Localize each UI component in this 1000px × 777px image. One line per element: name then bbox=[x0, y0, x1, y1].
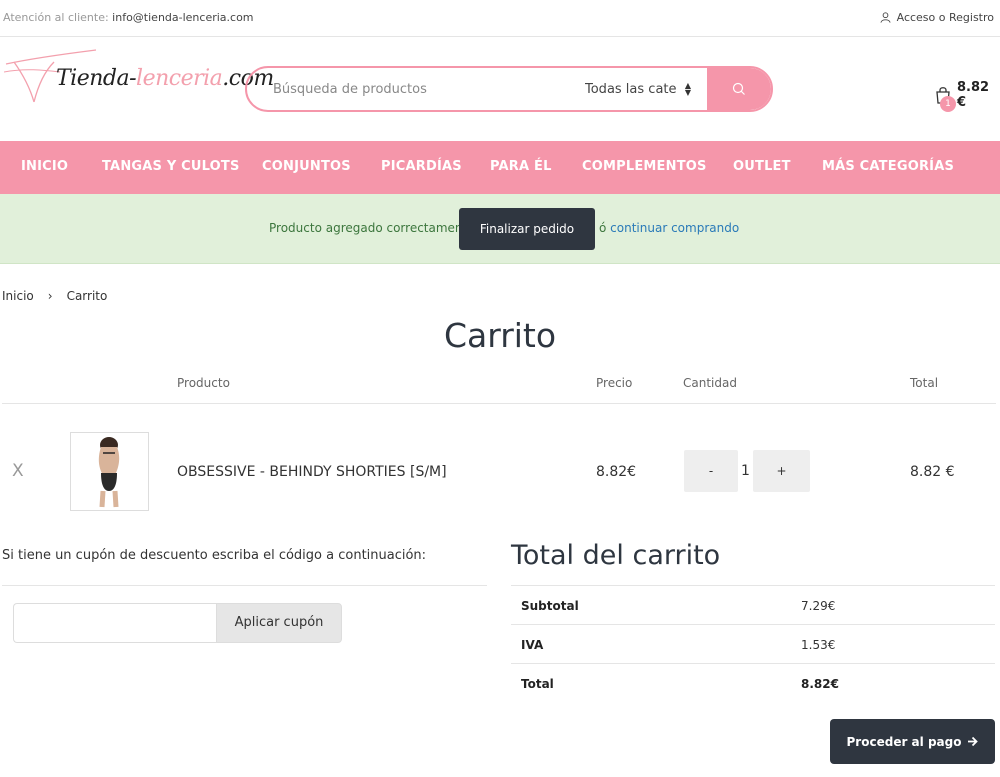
row-total: 8.82 € bbox=[910, 464, 955, 480]
subtotal-label: Subtotal bbox=[521, 599, 579, 613]
user-icon bbox=[880, 12, 891, 23]
cart-totals-title: Total del carrito bbox=[511, 540, 721, 571]
header-cart[interactable]: 1 8.82 € bbox=[935, 80, 1000, 112]
cart-table-header: Producto Precio Cantidad Total bbox=[2, 370, 996, 404]
main-nav: INICIO TANGAS Y CULOTS CONJUNTOS PICARDÍ… bbox=[0, 141, 1000, 194]
nav-item-para-el[interactable]: PARA ÉL bbox=[490, 159, 552, 174]
site-logo[interactable]: Tienda-lenceria.com bbox=[4, 48, 274, 108]
coupon-label: Si tiene un cupón de descuento escriba e… bbox=[2, 548, 427, 563]
product-image bbox=[71, 433, 148, 510]
account-label: Acceso o Registro bbox=[896, 11, 994, 24]
subtotal-value: 7.29€ bbox=[801, 599, 836, 613]
contact-label: Atención al cliente: bbox=[3, 11, 109, 24]
arrow-right-icon bbox=[968, 736, 979, 747]
header-quantity: Cantidad bbox=[683, 376, 737, 390]
apply-coupon-button[interactable]: Aplicar cupón bbox=[216, 603, 342, 643]
grand-total-label: Total bbox=[521, 677, 554, 691]
category-select-label: Todas las categorías bbox=[585, 81, 677, 97]
breadcrumb-current: Carrito bbox=[66, 289, 108, 303]
grand-total-value: 8.82€ bbox=[801, 677, 839, 691]
search-icon bbox=[732, 82, 745, 95]
nav-item-outlet[interactable]: OUTLET bbox=[733, 159, 791, 174]
nav-item-mas-categorias[interactable]: MÁS CATEGORÍAS bbox=[822, 159, 954, 174]
logo-text: Tienda-lenceria.com bbox=[56, 66, 274, 91]
quantity-decrease-button[interactable]: - bbox=[684, 450, 738, 492]
product-price: 8.82€ bbox=[596, 464, 637, 480]
cart-totals-table: Subtotal 7.29€ IVA 1.53€ Total 8.82€ bbox=[511, 585, 995, 703]
header-total: Total bbox=[910, 376, 939, 390]
coupon-input[interactable] bbox=[13, 603, 217, 643]
breadcrumb: Inicio › Carrito bbox=[2, 289, 107, 303]
nav-item-picardias[interactable]: PICARDÍAS bbox=[381, 159, 462, 174]
shopping-bag-icon: 1 bbox=[935, 86, 956, 112]
account-link[interactable]: Acceso o Registro bbox=[880, 11, 994, 24]
notice-message: Producto agregado correctamente bbox=[269, 221, 475, 235]
product-thumbnail[interactable] bbox=[70, 432, 149, 511]
finish-order-button[interactable]: Finalizar pedido bbox=[459, 208, 595, 250]
top-bar: Atención al cliente: info@tienda-lenceri… bbox=[0, 0, 1000, 37]
nav-item-tangas[interactable]: TANGAS Y CULOTS bbox=[102, 159, 240, 174]
header-product: Producto bbox=[177, 376, 230, 390]
nav-item-complementos[interactable]: COMPLEMENTOS bbox=[582, 159, 707, 174]
search-bar: Todas las categorías ▲▼ bbox=[245, 66, 773, 112]
table-row: X OBSESSIVE - BEHINDY SHORTIES [S/M] 8.8… bbox=[2, 404, 996, 524]
breadcrumb-home[interactable]: Inicio bbox=[2, 289, 34, 303]
page-title: Carrito bbox=[443, 316, 557, 355]
continue-shopping: ó continuar comprando bbox=[599, 221, 740, 235]
subtotal-row: Subtotal 7.29€ bbox=[511, 586, 995, 625]
nav-item-conjuntos[interactable]: CONJUNTOS bbox=[262, 159, 351, 174]
tax-label: IVA bbox=[521, 638, 544, 652]
cart-count-badge: 1 bbox=[940, 96, 956, 112]
tax-value: 1.53€ bbox=[801, 638, 836, 652]
breadcrumb-separator: › bbox=[47, 289, 53, 303]
grand-total-row: Total 8.82€ bbox=[511, 664, 995, 703]
header-price: Precio bbox=[596, 376, 633, 390]
nav-item-inicio[interactable]: INICIO bbox=[21, 159, 68, 174]
category-select[interactable]: Todas las categorías ▲▼ bbox=[575, 68, 707, 110]
added-to-cart-notice: Producto agregado correctamente Finaliza… bbox=[0, 194, 1000, 264]
remove-item-button[interactable]: X bbox=[12, 461, 24, 481]
select-arrows-icon: ▲ ▼ bbox=[684, 81, 691, 97]
contact-email[interactable]: info@tienda-lenceria.com bbox=[112, 11, 253, 24]
continue-shopping-link[interactable]: continuar comprando bbox=[610, 221, 739, 235]
quantity-increase-button[interactable]: + bbox=[753, 450, 810, 492]
search-input[interactable] bbox=[247, 68, 575, 110]
customer-service-info: Atención al cliente: info@tienda-lenceri… bbox=[3, 11, 254, 24]
proceed-to-checkout-button[interactable]: Proceder al pago bbox=[830, 719, 995, 764]
quantity-value[interactable]: 1 bbox=[741, 463, 750, 479]
search-button[interactable] bbox=[707, 68, 771, 110]
proceed-label: Proceder al pago bbox=[846, 734, 962, 749]
tax-row: IVA 1.53€ bbox=[511, 625, 995, 664]
cart-amount: 8.82 € bbox=[957, 80, 990, 110]
divider bbox=[2, 585, 487, 586]
product-name[interactable]: OBSESSIVE - BEHINDY SHORTIES [S/M] bbox=[177, 464, 447, 480]
